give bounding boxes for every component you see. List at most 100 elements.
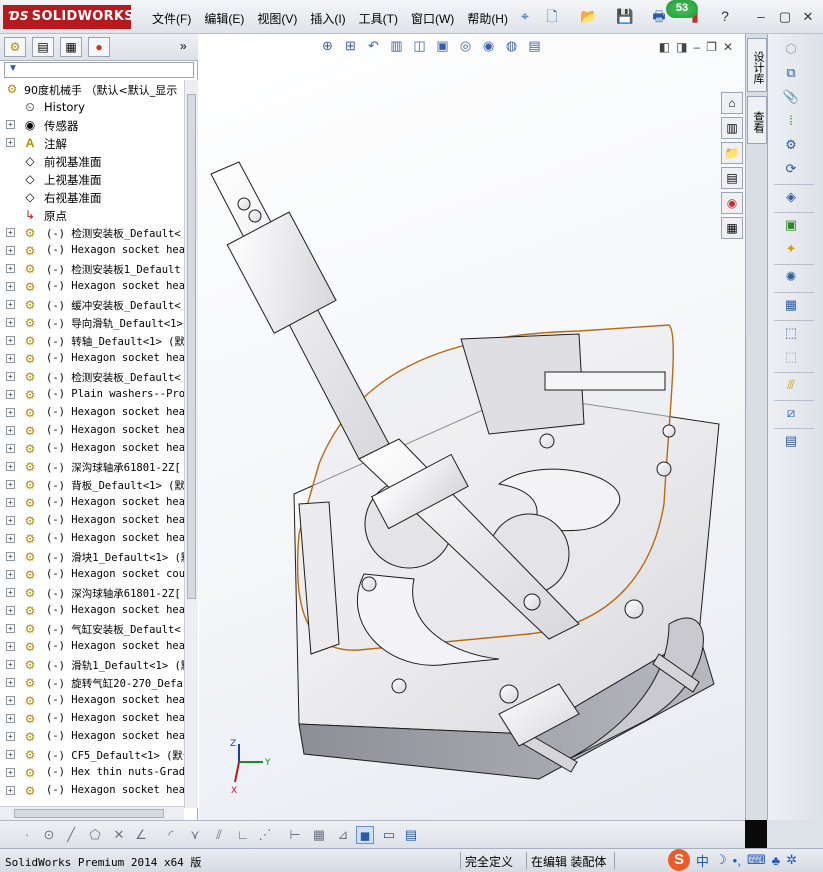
expand-toggle-icon[interactable]: + [6,768,15,777]
property-manager-tab-icon[interactable]: ▤ [32,37,54,57]
instant3d-icon[interactable]: ▤ [782,432,800,450]
configuration-tab-icon[interactable]: ▦ [60,37,82,57]
resources-icon[interactable]: ▥ [721,117,743,139]
two-view-icon[interactable]: ▤ [402,826,420,844]
expand-toggle-icon[interactable]: + [6,732,15,741]
assembly-features-icon[interactable]: ▣ [782,216,800,234]
point-icon[interactable]: · [18,826,36,844]
expand-toggle-icon[interactable]: + [6,588,15,597]
menu-view[interactable]: 视图(V) [257,10,297,27]
tree-component-row[interactable]: + ⚙ (-) Hexagon socket head [0,530,184,548]
ime-moon-icon[interactable]: ☽ [715,852,727,868]
expand-toggle-icon[interactable]: + [6,750,15,759]
new-document-icon[interactable]: 🗋 [543,7,561,25]
appearances-icon[interactable]: ◉ [721,192,743,214]
tree-component-row[interactable]: + ⚙ (-) 缓冲安装板_Default< [0,296,184,314]
notification-badge[interactable]: 53 [666,0,698,18]
exploded-view-icon[interactable]: ⬚ [782,324,800,342]
tree-feature-row[interactable]: ◇ 右视基准面 [0,188,184,206]
ime-chinese-mode[interactable]: 中 [696,851,709,870]
expand-toggle-icon[interactable]: + [6,390,15,399]
tree-component-row[interactable]: + ⚙ (-) Hexagon socket head [0,782,184,800]
sogou-ime-icon[interactable]: S [668,849,690,871]
tab-view[interactable]: 查看 [747,96,767,144]
expand-toggle-icon[interactable]: + [6,318,15,327]
ime-keyboard-icon[interactable]: ⌨ [747,852,766,868]
save-icon[interactable]: 💾 [616,7,634,25]
tree-component-row[interactable]: + ⚙ (-) Hexagon socket head [0,404,184,422]
tree-component-row[interactable]: + ⚙ (-) Hexagon socket head [0,512,184,530]
tree-component-row[interactable]: + ⚙ (-) Hexagon socket head [0,350,184,368]
tree-component-row[interactable]: + ⚙ (-) Hexagon socket coun [0,566,184,584]
cad-model-view[interactable] [199,34,745,820]
expand-toggle-icon[interactable]: + [6,534,15,543]
tab-design-library[interactable]: 设计库 [747,38,767,92]
expand-toggle-icon[interactable]: + [6,480,15,489]
clearance-verification-icon[interactable]: ⧄ [782,404,800,422]
tree-feature-row[interactable]: + ◉ 传感器 [0,116,184,134]
single-view-icon[interactable]: ▭ [380,826,398,844]
grid-icon[interactable]: ▦ [310,826,328,844]
tree-component-row[interactable]: + ⚙ (-) Hexagon socket head [0,278,184,296]
expand-toggle-icon[interactable]: + [6,120,15,129]
tree-component-row[interactable]: + ⚙ (-) 背板_Default<1> (默 [0,476,184,494]
solidworks-logo[interactable]: ƊS SOLIDWORKS [3,5,134,29]
tree-component-row[interactable]: + ⚙ (-) Hexagon socket head [0,602,184,620]
tree-feature-row[interactable]: + A 注解 [0,134,184,152]
expand-toggle-icon[interactable]: + [6,246,15,255]
tree-component-row[interactable]: + ⚙ (-) Hexagon socket head [0,638,184,656]
expand-toggle-icon[interactable]: + [6,264,15,273]
tree-component-row[interactable]: + ⚙ (-) Hexagon socket head [0,710,184,728]
feature-tree-tab-icon[interactable]: ⚙ [4,37,26,57]
expand-toggle-icon[interactable]: + [6,408,15,417]
expand-toggle-icon[interactable]: + [6,372,15,381]
tree-component-row[interactable]: + ⚙ (-) 转轴_Default<1> (默 [0,332,184,350]
tree-component-row[interactable]: + ⚙ (-) 检测安装板1_Default [0,260,184,278]
expand-toggle-icon[interactable]: + [6,696,15,705]
tree-component-row[interactable]: + ⚙ (-) 检测安装板_Default< [0,224,184,242]
expand-panel-icon[interactable]: » [180,39,187,53]
menu-tools[interactable]: 工具(T) [359,10,398,27]
tree-root-assembly[interactable]: ⚙ 90度机械手 （默认<默认_显示 [0,80,184,98]
tree-component-row[interactable]: + ⚙ (-) Hexagon socket head [0,242,184,260]
menu-help[interactable]: 帮助(H) [467,10,508,27]
sketch-fillet-icon[interactable]: ◜ [162,826,180,844]
tree-component-row[interactable]: + ⚙ (-) 深沟球轴承61801-2Z[ [0,584,184,602]
custom-properties-icon[interactable]: ▦ [721,217,743,239]
ime-user-icon[interactable]: ♣ [772,853,781,868]
ime-settings-icon[interactable]: ✲ [786,852,797,868]
tree-feature-row[interactable]: ↳ 原点 [0,206,184,224]
tree-component-row[interactable]: + ⚙ (-) 滑轨1_Default<1> (默 [0,656,184,674]
linear-pattern-icon[interactable]: ⁞ [782,112,800,130]
expand-toggle-icon[interactable]: + [6,642,15,651]
restore-button[interactable]: ▢ [778,10,792,24]
explode-line-sketch-icon[interactable]: ⬚ [782,348,800,366]
open-folder-icon[interactable]: 📂 [580,7,598,25]
expand-toggle-icon[interactable]: + [6,228,15,237]
tree-component-row[interactable]: + ⚙ (-) Hexagon socket head [0,494,184,512]
expand-toggle-icon[interactable]: + [6,444,15,453]
tree-component-row[interactable]: + ⚙ (-) Hexagon socket head [0,692,184,710]
expand-toggle-icon[interactable]: + [6,354,15,363]
expand-toggle-icon[interactable]: + [6,570,15,579]
smart-dimension-icon[interactable]: ⊢ [286,826,304,844]
display-manager-tab-icon[interactable]: ● [88,37,110,57]
tree-horizontal-scrollbar[interactable] [0,806,184,820]
polygon-icon[interactable]: ⬠ [86,826,104,844]
expand-toggle-icon[interactable]: + [6,462,15,471]
expand-toggle-icon[interactable]: + [6,714,15,723]
tree-component-row[interactable]: + ⚙ (-) Plain washers--Prod [0,386,184,404]
reference-geometry-icon[interactable]: ✦ [782,240,800,258]
expand-toggle-icon[interactable]: + [6,624,15,633]
mate-icon[interactable]: ⧉ [782,64,800,82]
tree-component-row[interactable]: + ⚙ (-) 检测安装板_Default< [0,368,184,386]
shaded-view-icon[interactable]: ◼ [356,826,374,844]
tree-component-row[interactable]: + ⚙ (-) 气缸安装板_Default< [0,620,184,638]
file-explorer-icon[interactable]: 📁 [721,142,743,164]
trim-icon[interactable]: ✕ [110,826,128,844]
expand-toggle-icon[interactable]: + [6,516,15,525]
expand-toggle-icon[interactable]: + [6,606,15,615]
menu-insert[interactable]: 插入(I) [310,10,345,27]
tree-feature-row[interactable]: ⏲ History [0,98,184,116]
tree-vertical-scrollbar[interactable] [184,80,198,808]
